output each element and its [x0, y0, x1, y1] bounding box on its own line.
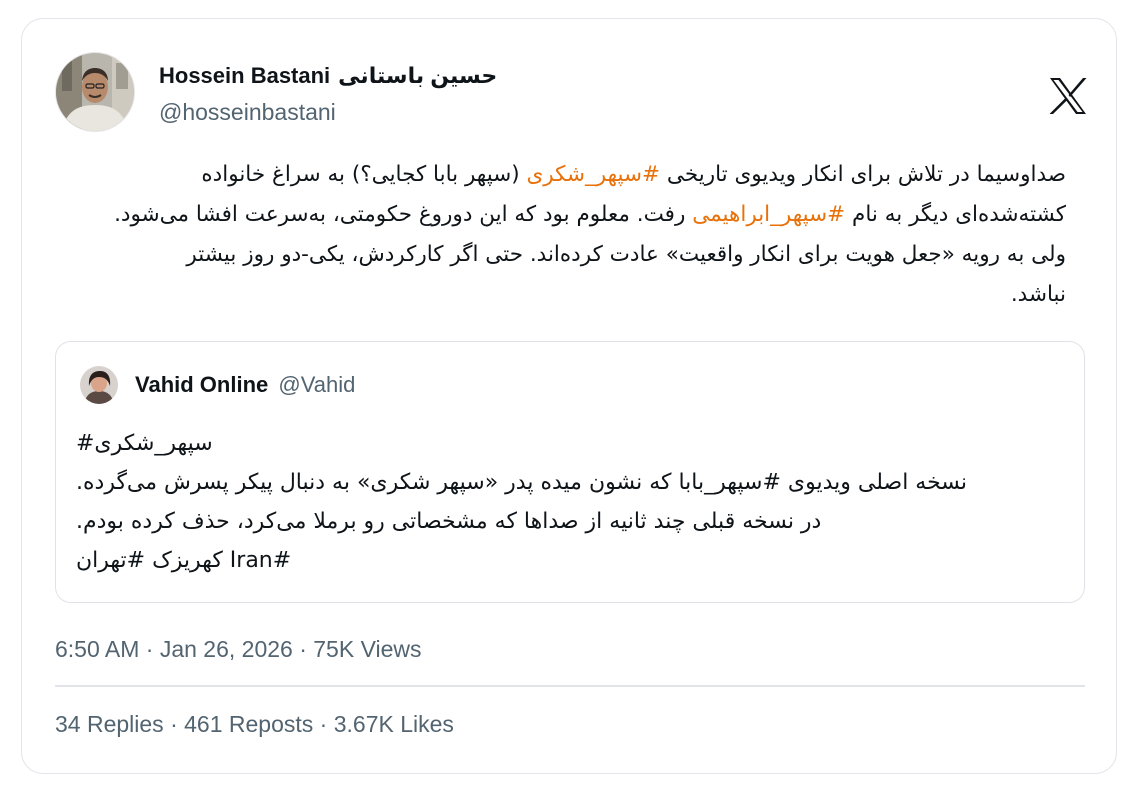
- quoted-line: سپهر_شکری#: [76, 431, 213, 456]
- quoted-text: سپهر_شکری# نسخه اصلی ویدیوی #سپهر_بابا ک…: [76, 424, 1041, 580]
- hashtag-link[interactable]: #سپهر_ابراهیمی: [692, 202, 845, 227]
- author-name-fa[interactable]: حسین باستانی: [338, 63, 497, 88]
- author-handle[interactable]: @hosseinbastani: [159, 99, 336, 126]
- tweet-meta[interactable]: 6:50 AM · Jan 26, 2026 · 75K Views: [55, 636, 422, 663]
- quoted-tweet[interactable]: Vahid Online @Vahid سپهر_شکری# نسخه اصلی…: [55, 341, 1085, 603]
- quoted-line: #Iran کهریزک #تهران: [76, 548, 292, 573]
- quoted-author-name[interactable]: Vahid Online: [135, 372, 268, 397]
- author-name[interactable]: Hossein Bastani: [159, 63, 330, 88]
- quoted-line: در نسخه قبلی چند ثانیه از صداها که مشخصا…: [76, 509, 822, 534]
- tweet-text: صداوسیما در تلاش برای انکار ویدیوی تاریخ…: [54, 155, 1066, 315]
- author-avatar[interactable]: [55, 52, 135, 132]
- hashtag-link[interactable]: #سپهر_شکری: [526, 162, 660, 187]
- likes-count[interactable]: 3.67K Likes: [334, 711, 454, 737]
- separator: ·: [163, 711, 185, 737]
- reposts-count[interactable]: 461 Reposts: [184, 711, 313, 737]
- separator: ·: [313, 711, 334, 737]
- quoted-author-handle[interactable]: @Vahid: [278, 372, 355, 397]
- engagement-stats: 34 Replies · 461 Reposts · 3.67K Likes: [55, 711, 454, 738]
- tweet-line: ولی به رویه «جعل هویت برای انکار واقعیت»…: [186, 242, 1066, 267]
- quoted-author-line[interactable]: Vahid Online @Vahid: [135, 372, 355, 398]
- quoted-line: نسخه اصلی ویدیوی #سپهر_بابا که نشون میده…: [76, 470, 968, 495]
- tweet-line: نباشد.: [1010, 282, 1066, 307]
- tweet-line: کشته‌شده‌ای دیگر به نام #سپهر_ابراهیمی ر…: [114, 202, 1066, 227]
- divider: [55, 685, 1085, 687]
- replies-count[interactable]: 34 Replies: [55, 711, 164, 737]
- x-logo-icon[interactable]: [1048, 77, 1088, 115]
- quoted-avatar[interactable]: [80, 366, 118, 404]
- author-name-line[interactable]: Hossein Bastani حسین باستانی: [159, 63, 497, 89]
- tweet-card: Hossein Bastani حسین باستانی @hosseinbast…: [21, 18, 1117, 774]
- tweet-line: صداوسیما در تلاش برای انکار ویدیوی تاریخ…: [201, 162, 1066, 187]
- author-photo: [56, 53, 134, 131]
- quoted-author-photo: [80, 366, 118, 404]
